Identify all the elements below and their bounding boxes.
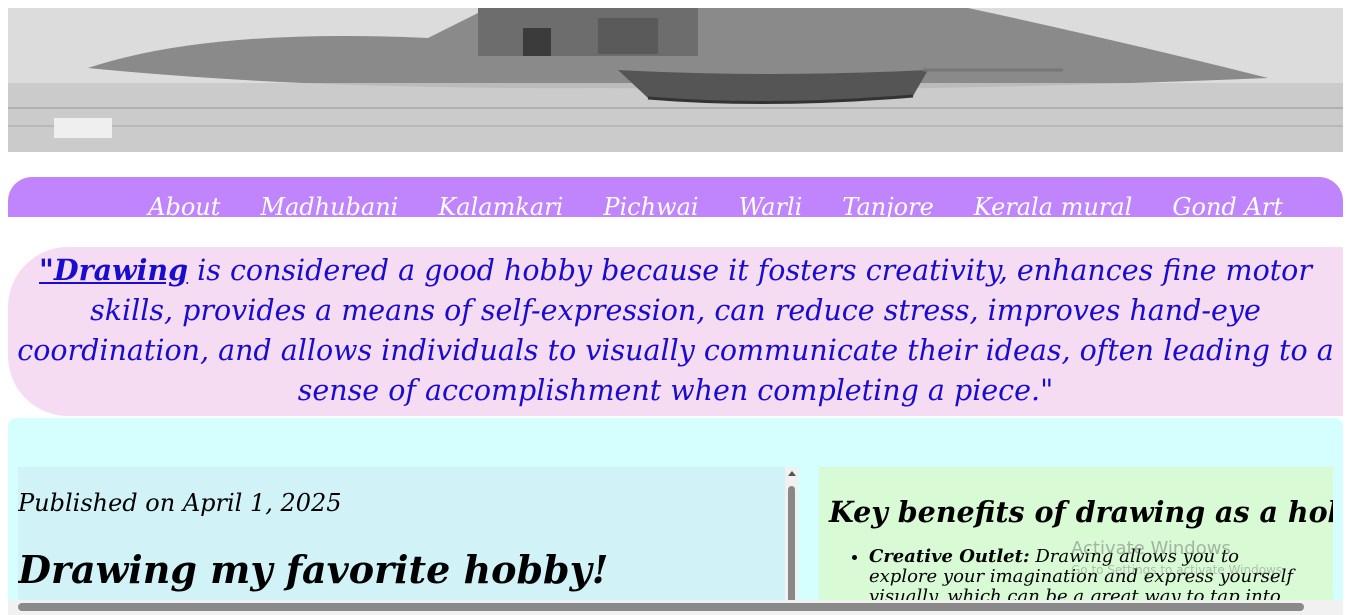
scroll-up-arrow-icon[interactable] [788,471,796,476]
header-banner-image [8,8,1343,152]
published-date: Published on April 1, 2025 [18,489,342,517]
page-horizontal-scrollbar[interactable] [8,600,1343,615]
sidebar-heading: Key benefits of drawing as a hobby: [829,495,1333,529]
quote-text: is considered a good hobby because it fo… [17,254,1334,407]
nav-item-madhubani[interactable]: Madhubani [260,191,398,223]
nav-item-tanjore[interactable]: Tanjore [842,191,933,223]
article-panel[interactable]: Published on April 1, 2025 Drawing my fa… [18,467,785,607]
nav-item-warli[interactable]: Warli [739,191,803,223]
article-title: Drawing my favorite hobby! [18,547,609,592]
nav-item-kerala-mural[interactable]: Kerala mural [974,191,1133,223]
activate-windows-subtitle: Go to Settings to activate Windows. [1071,563,1286,577]
main-navigation: About Madhubani Kalamkari Pichwai Warli … [8,177,1343,221]
nav-item-about[interactable]: About [148,191,220,223]
quote-block: "Drawing is considered a good hobby beca… [8,247,1343,416]
drawing-link[interactable]: "Drawing [39,253,188,287]
landscape-sketch [8,8,1343,152]
article-vertical-scrollbar[interactable] [785,467,798,607]
benefit-label: Creative Outlet: [869,546,1030,567]
activate-windows-title: Activate Windows [1071,538,1231,559]
scrollbar-thumb[interactable] [788,486,795,607]
benefits-sidebar: Key benefits of drawing as a hobby: Crea… [819,467,1333,607]
nav-item-kalamkari[interactable]: Kalamkari [438,191,563,223]
benefits-list: Creative Outlet: Drawing allows you to e… [829,546,1309,608]
nav-item-pichwai[interactable]: Pichwai [603,191,698,223]
horizontal-scrollbar-thumb[interactable] [18,603,1304,611]
nav-item-gond-art[interactable]: Gond Art [1172,191,1283,223]
